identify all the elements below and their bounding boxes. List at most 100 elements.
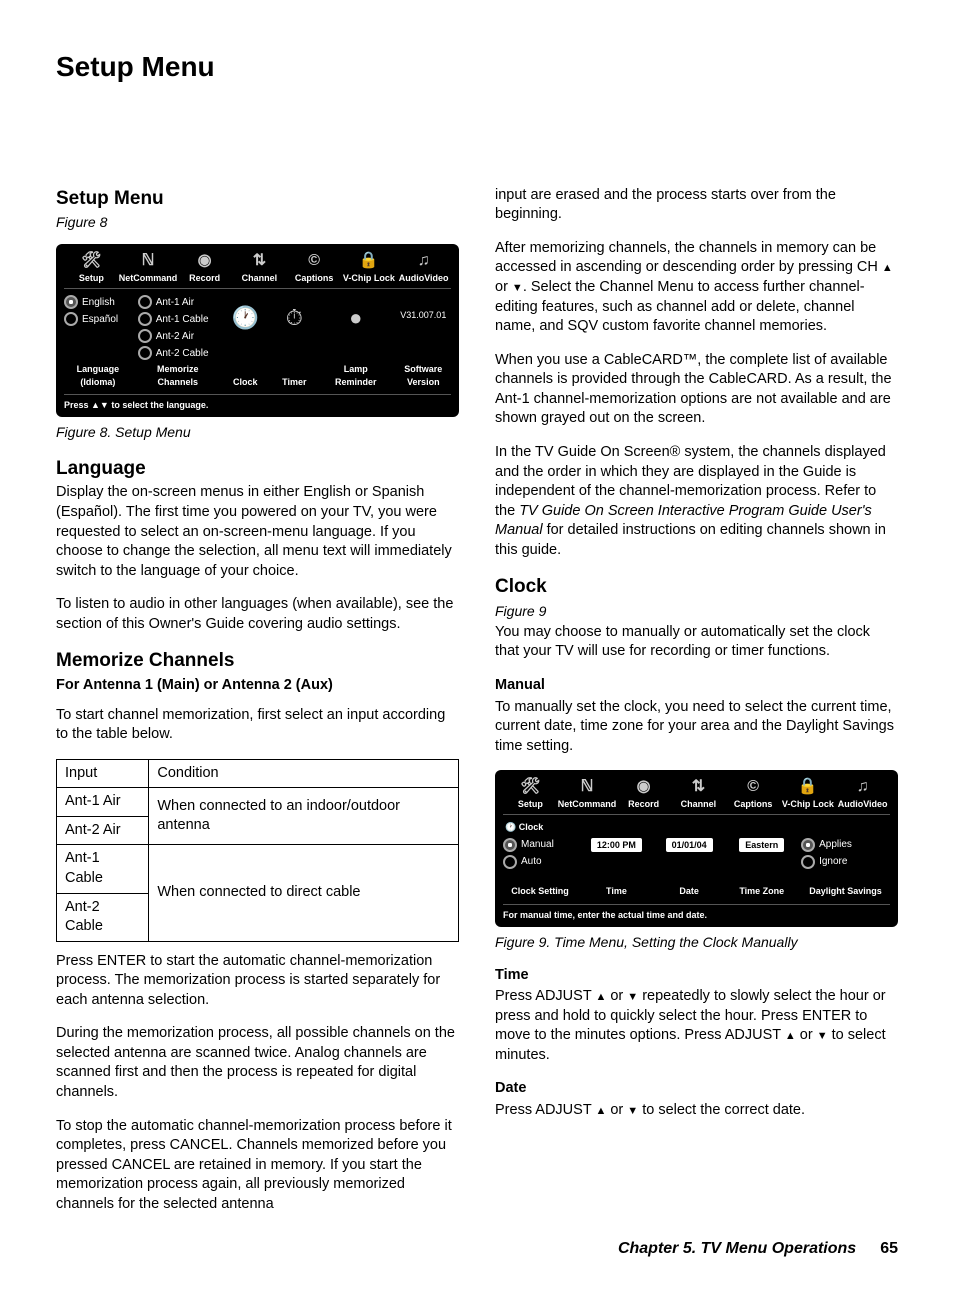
heading-setup-menu: Setup Menu	[56, 186, 459, 212]
tv-tab-vchip: 🔒V-Chip Lock	[342, 252, 397, 284]
triangle-down-icon	[627, 988, 638, 1004]
para-memorize-intro: To start channel memorization, first sel…	[56, 706, 459, 745]
triangle-up-icon	[785, 1027, 796, 1043]
th-input: Input	[57, 759, 149, 788]
triangle-down-icon	[817, 1027, 828, 1043]
right-column: input are erased and the process starts …	[495, 186, 898, 1215]
td-ant2-air: Ant-2 Air	[57, 816, 149, 845]
tv-ant2-cable: Ant-2 Cable	[138, 346, 218, 360]
figure-9-ref: Figure 9	[495, 602, 898, 621]
tv-tab-channel: ⇅Channel	[232, 252, 287, 284]
triangle-up-icon	[882, 259, 893, 275]
net-icon: ℕ	[119, 252, 178, 270]
tv-timer-label: Timer	[273, 376, 316, 388]
heading-language: Language	[56, 456, 459, 482]
tv2-tab-netcommand: ℕNetCommand	[558, 778, 617, 810]
heading-date: Date	[495, 1079, 898, 1099]
tv-tab-setup: 🛠Setup	[64, 252, 119, 284]
tv2-time-label: Time	[583, 885, 650, 897]
td-cond-antenna: When connected to an indoor/outdoor ante…	[149, 788, 459, 845]
td-ant1-air: Ant-1 Air	[57, 788, 149, 817]
lock-icon: 🔒	[781, 778, 836, 796]
para-cont-1: input are erased and the process starts …	[495, 186, 898, 225]
heading-time: Time	[495, 966, 898, 986]
tv2-date-label: Date	[656, 885, 723, 897]
av-icon: ♫	[396, 252, 451, 270]
left-column: Setup Menu Figure 8 🛠Setup ℕNetCommand ◉…	[56, 186, 459, 1215]
para-manual: To manually set the clock, you need to s…	[495, 698, 898, 757]
para-mem-1: Press ENTER to start the automatic chann…	[56, 952, 459, 1011]
tv-tab-captions: ©Captions	[287, 252, 342, 284]
input-condition-table: Input Condition Ant-1 Air When connected…	[56, 759, 459, 942]
footer-page-number: 65	[880, 1238, 898, 1260]
para-date: Press ADJUST or to select the correct da…	[495, 1101, 898, 1121]
figure-8-caption: Figure 8. Setup Menu	[56, 423, 459, 442]
tv2-tab-audiovideo: ♫AudioVideo	[835, 778, 890, 810]
tv2-tab-vchip: 🔒V-Chip Lock	[781, 778, 836, 810]
para-cont-2: After memorizing channels, the channels …	[495, 239, 898, 337]
triangle-up-icon	[595, 1102, 606, 1118]
wrench-icon: 🛠	[503, 778, 558, 796]
para-cont-4: In the TV Guide On Screen® system, the c…	[495, 443, 898, 560]
tv-clock-label: Clock	[224, 376, 267, 388]
tv-ant1-air: Ant-1 Air	[138, 295, 218, 309]
clock-icon: 🕐	[505, 822, 519, 832]
td-ant1-cable: Ant-1 Cable	[57, 845, 149, 893]
para-language-2: To listen to audio in other languages (w…	[56, 595, 459, 634]
page-footer: Chapter 5. TV Menu Operations 65	[56, 1238, 898, 1260]
record-icon: ◉	[616, 778, 671, 796]
tv2-tab-channel: ⇅Channel	[671, 778, 726, 810]
tv-lamp-label: Lamp Reminder	[322, 363, 390, 387]
wrench-icon: 🛠	[64, 252, 119, 270]
tv-ant1-cable: Ant-1 Cable	[138, 312, 218, 326]
triangle-up-icon	[595, 988, 606, 1004]
para-language-1: Display the on-screen menus in either En…	[56, 483, 459, 581]
tv2-tz-value: Eastern	[739, 838, 784, 852]
tv-lang-english: English	[64, 295, 132, 309]
triangle-down-icon	[512, 279, 523, 295]
net-icon: ℕ	[558, 778, 617, 796]
clock-icon: 🕐	[232, 303, 259, 333]
lamp-icon: ●	[349, 303, 362, 333]
tv2-date-value: 01/01/04	[666, 838, 713, 852]
tv-language-label: Language (Idioma)	[64, 363, 132, 387]
tv2-hint-bar: For manual time, enter the actual time a…	[503, 904, 890, 921]
tv2-ignore: Ignore	[801, 855, 890, 869]
captions-icon: ©	[726, 778, 781, 796]
para-mem-3: To stop the automatic channel-memorizati…	[56, 1117, 459, 1215]
heading-manual: Manual	[495, 676, 898, 696]
heading-memorize: Memorize Channels	[56, 648, 459, 674]
tv2-tab-captions: ©Captions	[726, 778, 781, 810]
tv2-daylight-label: Daylight Savings	[801, 885, 890, 897]
figure-9-clock-screenshot: 🛠Setup ℕNetCommand ◉Record ⇅Channel ©Cap…	[495, 770, 898, 926]
tv2-tab-record: ◉Record	[616, 778, 671, 810]
para-clock-intro: You may choose to manually or automatica…	[495, 623, 898, 662]
triangle-down-icon	[627, 1102, 638, 1118]
td-ant2-cable: Ant-2 Cable	[57, 893, 149, 941]
channel-icon: ⇅	[671, 778, 726, 796]
para-cont-3: When you use a CableCARD™, the complete …	[495, 351, 898, 429]
tv-memorize-label: Memorize Channels	[138, 363, 218, 387]
tv-tab-netcommand: ℕNetCommand	[119, 252, 178, 284]
para-mem-2: During the memorization process, all pos…	[56, 1024, 459, 1102]
captions-icon: ©	[287, 252, 342, 270]
tv-tab-record: ◉Record	[177, 252, 232, 284]
tv2-tz-label: Time Zone	[728, 885, 795, 897]
lock-icon: 🔒	[342, 252, 397, 270]
tv2-applies: Applies	[801, 838, 890, 852]
tv2-time-value: 12:00 PM	[591, 838, 642, 852]
tv-lang-espanol: Español	[64, 312, 132, 326]
tv-tab-audiovideo: ♫AudioVideo	[396, 252, 451, 284]
record-icon: ◉	[177, 252, 232, 270]
para-time: Press ADJUST or repeatedly to slowly sel…	[495, 987, 898, 1065]
tv-software-label: Software Version	[396, 363, 451, 387]
page-title: Setup Menu	[56, 48, 898, 86]
tv2-clock-setting-label: Clock Setting	[503, 885, 577, 897]
figure-8-ref: Figure 8	[56, 213, 459, 232]
footer-chapter: Chapter 5. TV Menu Operations	[618, 1238, 856, 1260]
figure-9-caption: Figure 9. Time Menu, Setting the Clock M…	[495, 933, 898, 952]
tv2-tab-setup: 🛠Setup	[503, 778, 558, 810]
tv-hint-bar: Press ▲▼ to select the language.	[64, 394, 451, 411]
subheading-memorize: For Antenna 1 (Main) or Antenna 2 (Aux)	[56, 676, 459, 696]
timer-icon: ⏱	[286, 303, 303, 333]
